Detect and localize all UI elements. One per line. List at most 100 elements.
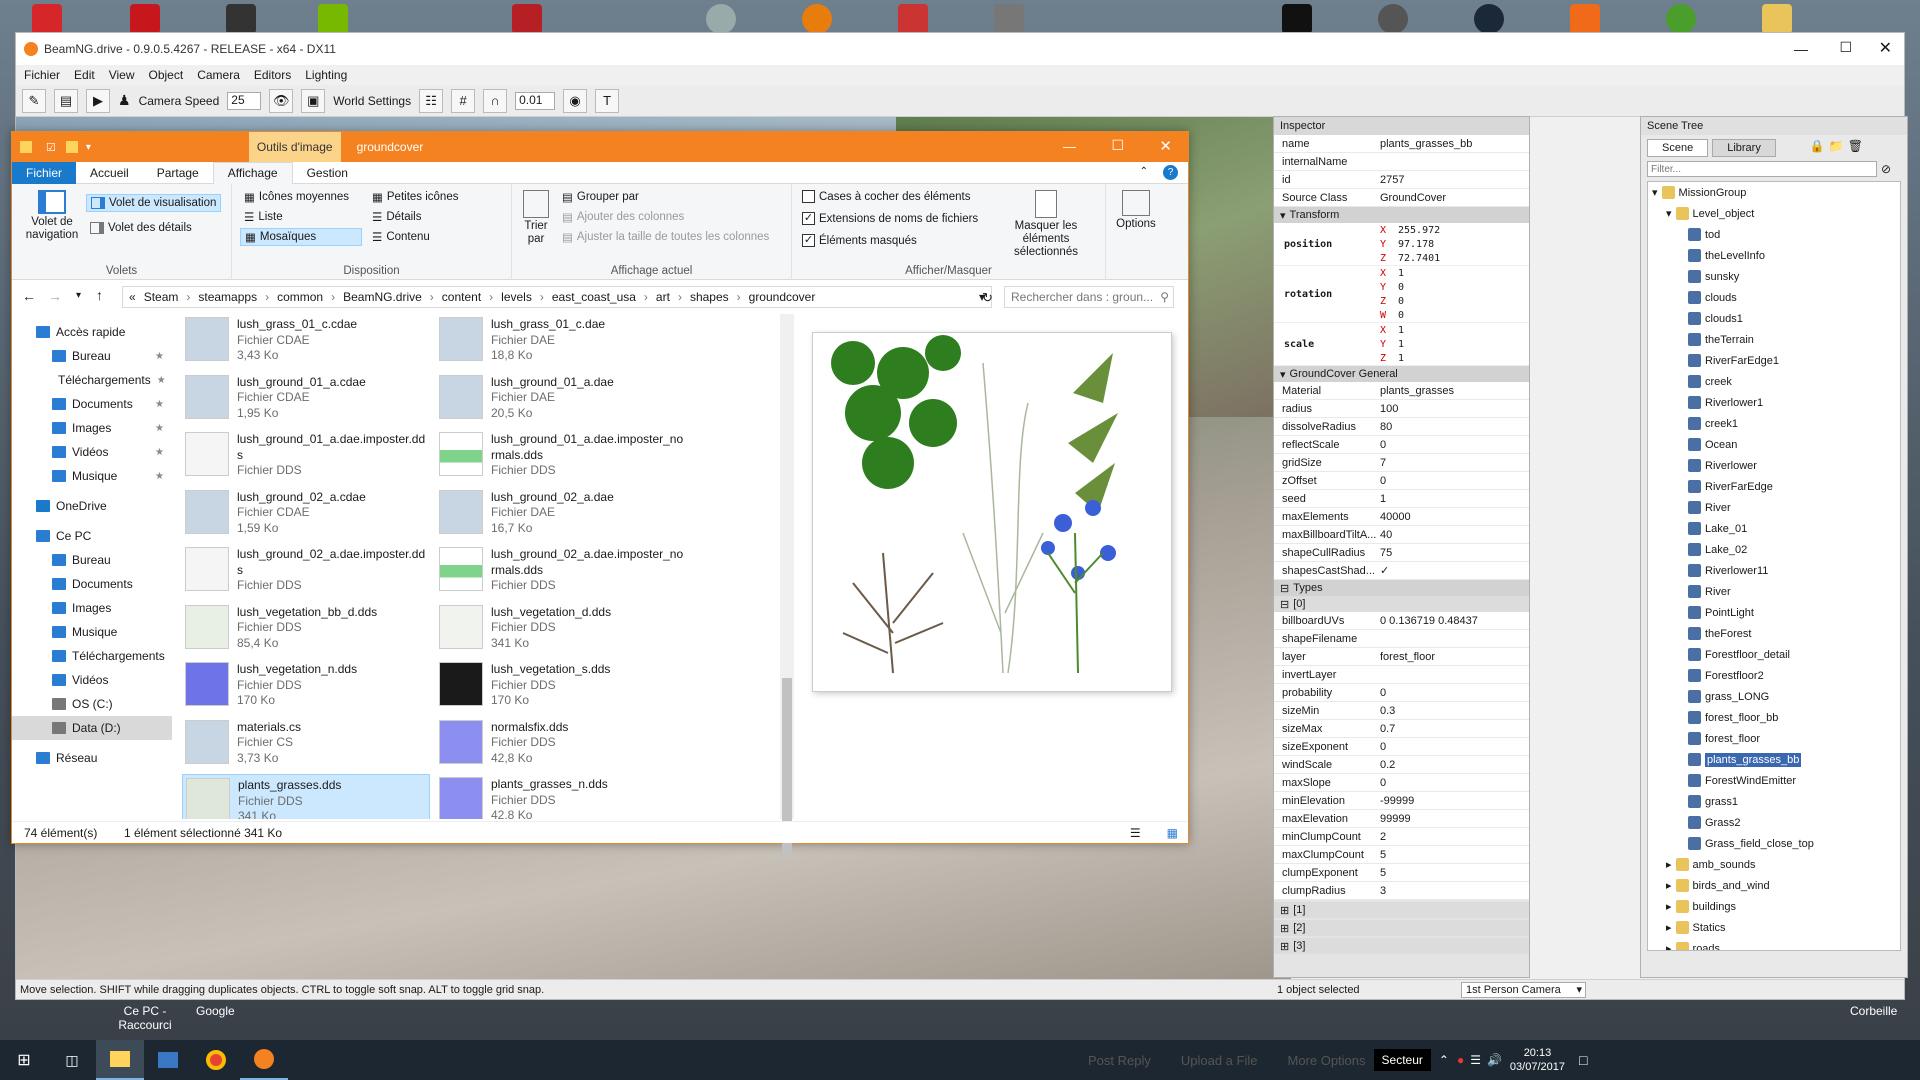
- network-icon[interactable]: ☰: [1470, 1053, 1481, 1067]
- breadcrumb-separator-icon[interactable]: ›: [265, 290, 269, 304]
- field-value[interactable]: 0: [1376, 687, 1529, 699]
- tree-node[interactable]: Forestfloor_detail: [1652, 644, 1900, 665]
- task-view-icon[interactable]: ◫: [48, 1040, 96, 1080]
- nav-item[interactable]: Data (D:): [12, 716, 172, 740]
- input-language-badge[interactable]: Secteur: [1373, 1049, 1431, 1071]
- hide-selected-button[interactable]: Masquer les éléments sélectionnés: [990, 190, 1102, 259]
- breadcrumb-separator-icon[interactable]: ›: [331, 290, 335, 304]
- nav-item[interactable]: Documents: [12, 572, 172, 596]
- file-item[interactable]: lush_grass_01_c.dae Fichier DAE 18,8 Ko: [436, 314, 684, 368]
- help-icon[interactable]: ?: [1163, 165, 1178, 180]
- field-value[interactable]: 99999: [1376, 813, 1529, 825]
- checkbox[interactable]: [802, 190, 815, 203]
- field-value[interactable]: plants_grasses_bb: [1376, 138, 1529, 150]
- tree-node-group[interactable]: ▸ Statics: [1652, 917, 1900, 938]
- tree-node[interactable]: tod: [1652, 224, 1900, 245]
- pin-icon[interactable]: ★: [157, 375, 174, 386]
- inspector-row[interactable]: internalName: [1274, 153, 1529, 171]
- refresh-icon[interactable]: ↻: [982, 290, 993, 306]
- inspector-row[interactable]: zOffset 0: [1274, 472, 1529, 490]
- field-value[interactable]: ✓: [1376, 564, 1529, 577]
- checkbox-checked[interactable]: ✓: [802, 234, 815, 247]
- breadcrumb-separator-icon[interactable]: ›: [644, 290, 648, 304]
- type-section[interactable]: ⊞ [3]: [1274, 938, 1529, 954]
- groundcover-section[interactable]: ▾ GroundCover General: [1274, 366, 1529, 382]
- file-item[interactable]: lush_vegetation_d.dds Fichier DDS 341 Ko: [436, 602, 684, 656]
- tree-node-root[interactable]: ▾ MissionGroup: [1652, 182, 1900, 203]
- chevron-up-icon[interactable]: ⌃: [1140, 166, 1148, 177]
- clear-filter-icon[interactable]: ⊘: [1881, 162, 1891, 176]
- file-item[interactable]: lush_grass_01_c.cdae Fichier CDAE 3,43 Ko: [182, 314, 430, 368]
- inspector-row[interactable]: clumpExponent 5: [1274, 864, 1529, 882]
- tree-node[interactable]: theTerrain: [1652, 329, 1900, 350]
- inspector-row[interactable]: radius 100: [1274, 400, 1529, 418]
- app-shortcut-icon[interactable]: [512, 4, 542, 34]
- field-value[interactable]: 0: [1376, 777, 1529, 789]
- type0-section[interactable]: ⊟ [0]: [1274, 596, 1529, 612]
- nav-item[interactable]: OS (C:): [12, 692, 172, 716]
- tab-home[interactable]: Accueil: [76, 162, 143, 184]
- nav-item[interactable]: Bureau ★: [12, 344, 172, 368]
- menu-edit[interactable]: Edit: [74, 68, 95, 82]
- layout-content[interactable]: ☰ Contenu: [372, 230, 430, 244]
- tree-node[interactable]: Riverlower: [1652, 455, 1900, 476]
- dirt-game-icon[interactable]: [1282, 4, 1312, 34]
- tray-app-icon[interactable]: ●: [1457, 1053, 1464, 1067]
- file-list-scrollbar[interactable]: [780, 314, 794, 858]
- nav-item[interactable]: Téléchargements: [12, 644, 172, 668]
- field-value[interactable]: 7: [1376, 457, 1529, 469]
- file-item[interactable]: lush_ground_02_a.dae.imposter.dd s Fichie…: [182, 544, 430, 598]
- tree-node-group[interactable]: ▸ roads: [1652, 938, 1900, 950]
- pin-icon[interactable]: ★: [155, 351, 172, 362]
- field-value[interactable]: 0: [1376, 741, 1529, 753]
- file-item[interactable]: lush_vegetation_s.dds Fichier DDS 170 Ko: [436, 659, 684, 713]
- field-value[interactable]: 0.2: [1376, 759, 1529, 771]
- chevron-down-icon[interactable]: ▾: [1652, 186, 1658, 199]
- tree-node[interactable]: Riverlower1: [1652, 392, 1900, 413]
- chevron-right-icon[interactable]: ▸: [1666, 942, 1672, 950]
- grid-icon[interactable]: #: [451, 88, 476, 113]
- layout-details[interactable]: ☰ Détails: [372, 210, 421, 224]
- inspector-row[interactable]: maxElements 40000: [1274, 508, 1529, 526]
- file-item[interactable]: lush_vegetation_bb_d.dds Fichier DDS 85,4 …: [182, 602, 430, 656]
- snap-value-input[interactable]: 0.01: [515, 91, 556, 110]
- tree-node[interactable]: RiverFarEdge1: [1652, 350, 1900, 371]
- types-section[interactable]: ⊟ Types: [1274, 580, 1529, 596]
- axis-value[interactable]: 1: [1398, 325, 1404, 336]
- nav-item[interactable]: Accès rapide: [12, 320, 172, 344]
- utorrent-icon[interactable]: [1666, 4, 1696, 34]
- vector-component[interactable]: X1: [1376, 323, 1529, 337]
- field-value[interactable]: 0 0.136719 0.48437: [1376, 615, 1529, 627]
- tree-node[interactable]: creek1: [1652, 413, 1900, 434]
- inspector-row[interactable]: id 2757: [1274, 171, 1529, 189]
- breadcrumb-item[interactable]: art: [656, 290, 670, 304]
- layout-small-icons[interactable]: ▦ Petites icônes: [372, 190, 458, 204]
- folder-icon[interactable]: 📁: [1829, 139, 1844, 157]
- nav-item[interactable]: Documents ★: [12, 392, 172, 416]
- windows-start-icon[interactable]: ⊞: [0, 1040, 48, 1080]
- chevron-down-icon[interactable]: ▾: [86, 142, 91, 153]
- breadcrumb-separator-icon[interactable]: ›: [186, 290, 190, 304]
- breadcrumb-separator-icon[interactable]: ›: [489, 290, 493, 304]
- breadcrumb[interactable]: « Steam › steamapps › common › BeamNG.drive › con…: [122, 286, 992, 308]
- details-pane-button[interactable]: Volet des détails: [90, 222, 192, 234]
- nav-item[interactable]: Musique ★: [12, 464, 172, 488]
- forward-arrow-icon[interactable]: →: [48, 288, 62, 304]
- field-value[interactable]: 2: [1376, 831, 1529, 843]
- file-explorer-taskbar-icon[interactable]: [96, 1040, 144, 1080]
- tree-node[interactable]: clouds1: [1652, 308, 1900, 329]
- app-shortcut-icon[interactable]: [898, 4, 928, 34]
- nav-item[interactable]: OneDrive: [12, 494, 172, 518]
- inspector-row[interactable]: dissolveRadius 80: [1274, 418, 1529, 436]
- chevron-right-icon[interactable]: ▸: [1666, 921, 1672, 934]
- inspector-row[interactable]: gridSize 7: [1274, 454, 1529, 472]
- world-settings-button[interactable]: World Settings: [333, 94, 411, 108]
- field-value[interactable]: 40000: [1376, 511, 1529, 523]
- back-arrow-icon[interactable]: ←: [22, 288, 36, 304]
- layout-list[interactable]: ☰ Liste: [244, 210, 283, 224]
- tree-node[interactable]: grass_LONG: [1652, 686, 1900, 707]
- tree-node[interactable]: Ocean: [1652, 434, 1900, 455]
- nvidia-icon[interactable]: [318, 4, 348, 34]
- tiles-view-icon[interactable]: ▦: [1167, 826, 1188, 840]
- file-item[interactable]: lush_ground_01_a.dae.imposter.dd s Fichie…: [182, 429, 430, 483]
